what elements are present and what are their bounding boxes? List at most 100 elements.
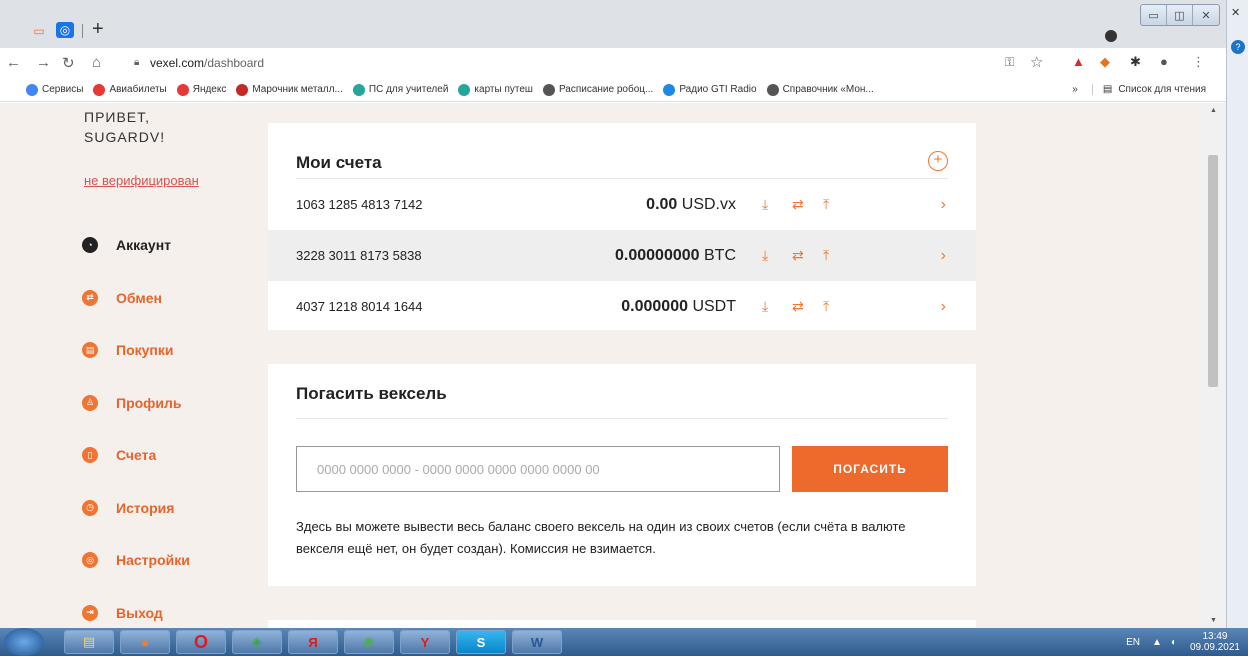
network-task-icon[interactable]: ◈ — [232, 630, 282, 654]
sidebar-item-label: Аккаунт — [116, 237, 172, 253]
skype-task-icon[interactable]: S — [456, 630, 506, 654]
menu-icon[interactable]: ⋮ — [1192, 54, 1205, 70]
bookmark-label: Сервисы — [42, 84, 84, 95]
taskbar: ▤ ● O ◈ Я ◉ Y S W EN ▲ ◖ 13:49 09.09.202… — [0, 628, 1248, 656]
balance-amount: 0.00 — [646, 195, 678, 213]
bookmark-item[interactable]: ПС для учителей — [352, 83, 448, 96]
withdraw-icon[interactable]: ⤒ — [823, 298, 829, 315]
bookmark-label: Радио GTI Radio — [679, 84, 757, 95]
bookmark-item[interactable]: Справочник «Мон... — [766, 83, 874, 96]
bookmark-item[interactable]: Яндекс — [176, 83, 226, 96]
purchases-icon: ▤ — [82, 342, 98, 358]
bookmarks-more-button[interactable]: » — [1072, 84, 1078, 95]
redeem-button[interactable]: ПОГАСИТЬ — [792, 446, 948, 492]
url-field[interactable]: vexel.com/dashboard — [150, 56, 264, 70]
firefox-task-icon[interactable]: ● — [120, 630, 170, 654]
profile-icon: ♙ — [82, 394, 98, 411]
account-row[interactable]: 1063 1285 4813 7142 0.00 USD.vx ⤓ ⇄ ⤒ › — [268, 179, 976, 230]
chevron-right-icon[interactable]: › — [941, 298, 946, 316]
explorer-task-icon[interactable]: ▤ — [64, 630, 114, 654]
transfer-icon[interactable]: ⇄ — [792, 298, 804, 315]
accounts-title: Мои счета — [296, 153, 382, 172]
maximize-button[interactable]: ◫ — [1167, 5, 1193, 25]
clock[interactable]: 13:49 09.09.2021 — [1190, 631, 1240, 653]
yandex-task-icon[interactable]: Я — [288, 630, 338, 654]
bookmark-item[interactable]: карты путеш — [458, 83, 533, 96]
deposit-icon[interactable]: ⤓ — [762, 298, 768, 315]
sidebar-item-2[interactable]: ⇄ Обмен — [82, 289, 162, 306]
start-button[interactable] — [4, 628, 44, 656]
language-indicator[interactable]: EN — [1126, 637, 1140, 648]
withdraw-icon[interactable]: ⤒ — [823, 247, 829, 264]
word-task-icon[interactable]: W — [512, 630, 562, 654]
sidebar-item-3[interactable]: ▤ Покупки — [82, 342, 173, 358]
chevron-right-icon[interactable]: › — [941, 247, 946, 265]
sidebar-item-8[interactable]: ⇥ Выход — [82, 604, 163, 621]
bookmark-star-icon[interactable]: ☆ — [1030, 53, 1043, 71]
bookmark-item[interactable]: Авиабилеты — [93, 83, 167, 96]
pdf-extension-icon[interactable]: ▲ — [1072, 54, 1085, 69]
greeting-line1: ПРИВЕТ, — [84, 109, 151, 125]
tab-search-icon[interactable]: ▭ — [28, 22, 50, 40]
sidebar-item-1[interactable]: ◔ Аккаунт — [82, 237, 171, 253]
chrome-task-icon[interactable]: ◉ — [344, 630, 394, 654]
transfer-icon[interactable]: ⇄ — [792, 196, 804, 213]
tab-bar: ▭ ◎ + ▭ ◫ ✕ — [0, 0, 1226, 48]
scrollbar-thumb[interactable] — [1208, 155, 1218, 387]
sidebar-item-6[interactable]: ◷ История — [82, 499, 174, 516]
reload-button[interactable]: ↻ — [62, 54, 75, 72]
lock-icon[interactable]: 🔒︎ — [134, 57, 139, 68]
bookmark-item[interactable]: Сервисы — [26, 83, 84, 96]
scroll-up-icon[interactable]: ▲ — [1210, 107, 1217, 114]
chevron-right-icon[interactable]: › — [941, 196, 946, 214]
bookmark-favicon-icon — [352, 83, 365, 96]
bookmark-item[interactable]: Марочник металл... — [236, 83, 343, 96]
sidebar-item-4[interactable]: ♙ Профиль — [82, 394, 182, 411]
close-button[interactable]: ✕ — [1193, 5, 1219, 25]
opera-task-icon[interactable]: O — [176, 630, 226, 654]
accounts-icon: ▯ — [82, 447, 98, 463]
reading-list-icon[interactable]: ▤ — [1091, 84, 1112, 95]
profile-avatar-icon[interactable]: ● — [1160, 54, 1168, 69]
sidebar-item-5[interactable]: ▯ Счета — [82, 447, 156, 463]
key-icon[interactable]: ⚿ — [1005, 55, 1014, 70]
browser-window: ▭ ◎ + ▭ ◫ ✕ ← → ↻ ⌂ 🔒︎ vexel.com/dashboa… — [0, 0, 1226, 656]
metamask-extension-icon[interactable]: ◆ — [1100, 54, 1110, 70]
extensions-icon[interactable]: ✱ — [1130, 54, 1141, 70]
deposit-icon[interactable]: ⤓ — [762, 247, 768, 264]
close-icon[interactable]: ✕ — [1231, 6, 1240, 19]
home-button[interactable]: ⌂ — [92, 54, 101, 71]
bookmark-favicon-icon — [26, 83, 38, 96]
clock-date: 09.09.2021 — [1189, 642, 1240, 653]
accounts-card: Мои счета + 1063 1285 4813 7142 0.00 USD.… — [268, 123, 976, 330]
verification-link[interactable]: не верифицирован — [84, 173, 199, 188]
tab-favicon[interactable]: ◎ — [56, 22, 74, 38]
scroll-down-icon[interactable]: ▼ — [1210, 617, 1217, 624]
account-balance: 0.00000000 BTC — [615, 247, 736, 265]
account-row[interactable]: 3228 3011 8173 5838 0.00000000 BTC ⤓ ⇄ ⤒ › — [268, 230, 976, 281]
add-account-button[interactable]: + — [928, 151, 948, 171]
transfer-icon[interactable]: ⇄ — [792, 247, 804, 264]
help-icon[interactable]: ? — [1231, 40, 1245, 54]
forward-button[interactable]: → — [36, 54, 51, 71]
bookmark-item[interactable]: Радио GTI Radio — [663, 83, 757, 96]
page-scrollbar[interactable]: ▲ ▼ — [1202, 103, 1226, 628]
bookmark-label: карты путеш — [474, 84, 533, 95]
account-row[interactable]: 4037 1218 8014 1644 0.000000 USDT ⤓ ⇄ ⤒ › — [268, 281, 976, 332]
volume-icon[interactable]: ◖ — [1170, 637, 1176, 648]
profile-icon[interactable] — [1105, 30, 1117, 42]
deposit-icon[interactable]: ⤓ — [762, 196, 768, 213]
settings-icon: ◎ — [82, 552, 98, 568]
window-controls: ▭ ◫ ✕ — [1140, 4, 1220, 26]
yandex-browser-task-icon[interactable]: Y — [400, 630, 450, 654]
back-button[interactable]: ← — [6, 54, 21, 71]
background-window-edge: ✕ ? — [1226, 0, 1248, 628]
reading-list-label[interactable]: Список для чтения — [1118, 84, 1206, 95]
minimize-button[interactable]: ▭ — [1141, 5, 1167, 25]
withdraw-icon[interactable]: ⤒ — [823, 196, 829, 213]
bookmark-item[interactable]: Расписание робоц... — [542, 83, 653, 96]
bill-number-input[interactable]: 0000 0000 0000 - 0000 0000 0000 0000 000… — [296, 446, 780, 492]
new-tab-button[interactable]: + — [92, 18, 104, 41]
sidebar-item-7[interactable]: ◎ Настройки — [82, 552, 190, 568]
tray-arrow-icon[interactable]: ▲ — [1152, 637, 1162, 648]
